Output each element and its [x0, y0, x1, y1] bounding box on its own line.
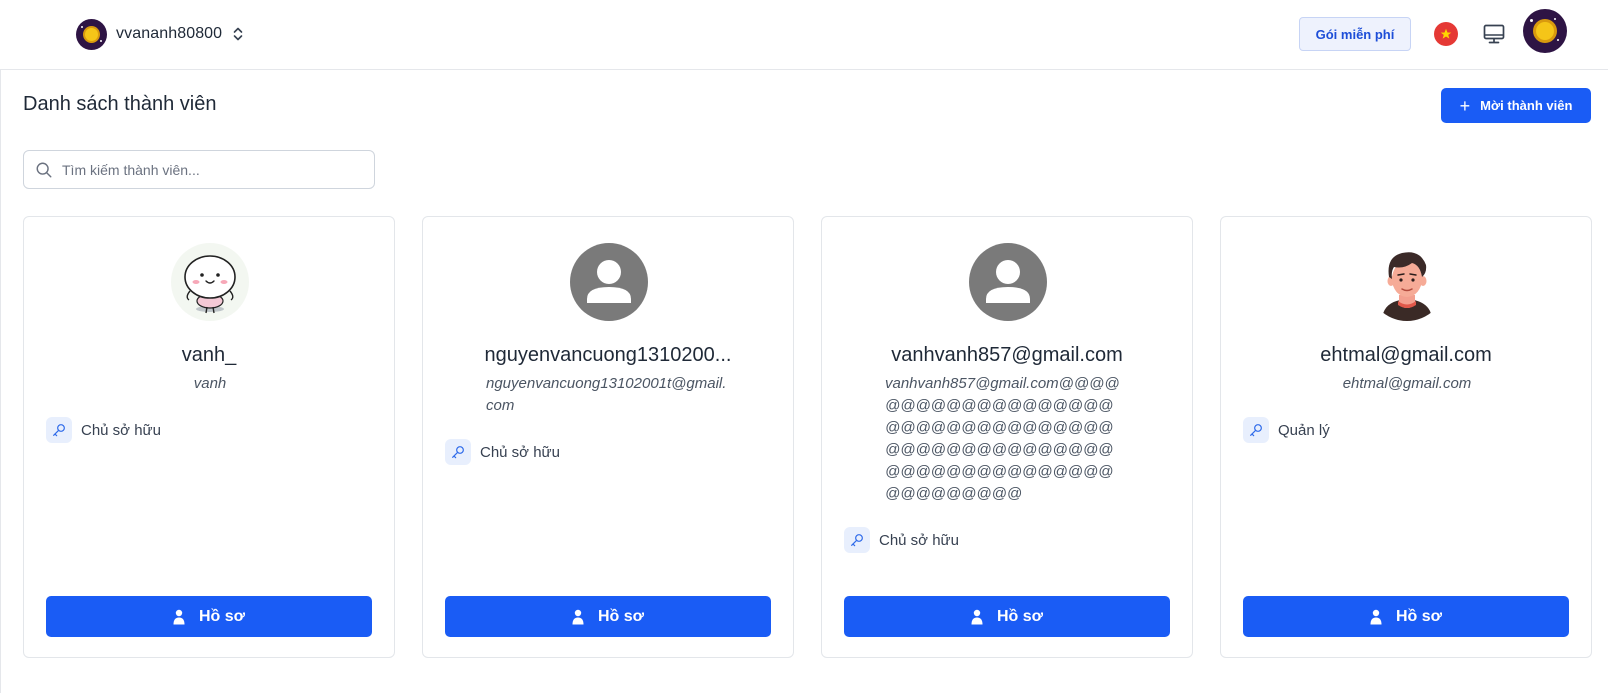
member-card: nguyenvancuong1310200... nguyenvancuong1… [422, 216, 794, 658]
member-role-label: Chủ sở hữu [81, 421, 161, 439]
member-avatar [969, 243, 1047, 321]
user-avatar[interactable] [1523, 9, 1567, 53]
user-icon [572, 609, 584, 624]
key-icon [46, 417, 72, 443]
member-name: nguyenvancuong1310200... [484, 344, 732, 366]
member-role: Chủ sở hữu [445, 439, 560, 465]
search-icon [36, 162, 52, 177]
plus-icon: + [1459, 95, 1471, 116]
member-avatar [570, 243, 648, 321]
top-bar: vvananh80800 Gói miễn phí [0, 0, 1608, 70]
member-role-label: Chủ sở hữu [879, 531, 959, 549]
member-card: vanhvanh857@gmail.com vanhvanh857@gmail.… [821, 216, 1193, 658]
search-box[interactable] [23, 150, 375, 189]
page-left-border [0, 0, 1, 693]
member-role-label: Quản lý [1278, 421, 1330, 439]
profile-button[interactable]: Hồ sơ [445, 596, 771, 637]
user-icon [1370, 609, 1382, 624]
profile-button-label: Hồ sơ [198, 607, 246, 625]
member-avatar [171, 243, 249, 321]
profile-button[interactable]: Hồ sơ [46, 596, 372, 637]
member-card: vanh_ vanh Chủ sở hữu Hồ sơ [23, 216, 395, 658]
key-icon [445, 439, 471, 465]
key-icon [844, 527, 870, 553]
chevron-up-down-icon [233, 27, 243, 41]
key-icon [1243, 417, 1269, 443]
member-card: ehtmal@gmail.com ehtmal@gmail.com Quản l… [1220, 216, 1592, 658]
invite-member-button[interactable]: + Mời thành viên [1441, 88, 1591, 123]
vietnam-flag-icon[interactable] [1434, 22, 1458, 46]
member-role: Chủ sở hữu [46, 417, 161, 443]
member-email: vanh [193, 375, 227, 392]
profile-button-label: Hồ sơ [996, 607, 1044, 625]
monitor-icon[interactable] [1482, 22, 1506, 46]
member-name: vanhvanh857@gmail.com [891, 344, 1123, 366]
user-icon [173, 609, 185, 624]
member-email: ehtmal@gmail.com [1342, 375, 1472, 392]
profile-button-label: Hồ sơ [597, 607, 645, 625]
profile-button[interactable]: Hồ sơ [1243, 596, 1569, 637]
member-avatar [1368, 243, 1446, 321]
workspace-avatar [76, 18, 107, 50]
profile-button-label: Hồ sơ [1395, 607, 1443, 625]
plan-button[interactable]: Gói miễn phí [1299, 17, 1411, 51]
member-name: vanh_ [181, 344, 237, 366]
member-role-label: Chủ sở hữu [480, 443, 560, 461]
member-email: nguyenvancuong13102001t@gmail.com [486, 375, 727, 414]
member-role: Chủ sở hữu [844, 527, 959, 553]
member-role: Quản lý [1243, 417, 1330, 443]
user-icon [971, 609, 983, 624]
page-title: Danh sách thành viên [23, 93, 217, 115]
search-input[interactable] [62, 161, 362, 178]
workspace-name: vvananh80800 [116, 25, 223, 42]
member-name: ehtmal@gmail.com [1320, 344, 1492, 366]
workspace-switcher[interactable]: vvananh80800 [76, 18, 244, 50]
profile-button[interactable]: Hồ sơ [844, 596, 1170, 637]
invite-member-label: Mời thành viên [1480, 98, 1573, 113]
member-email: vanhvanh857@gmail.com@@@@@@@@@@@@@@@@@@@… [885, 375, 1120, 502]
